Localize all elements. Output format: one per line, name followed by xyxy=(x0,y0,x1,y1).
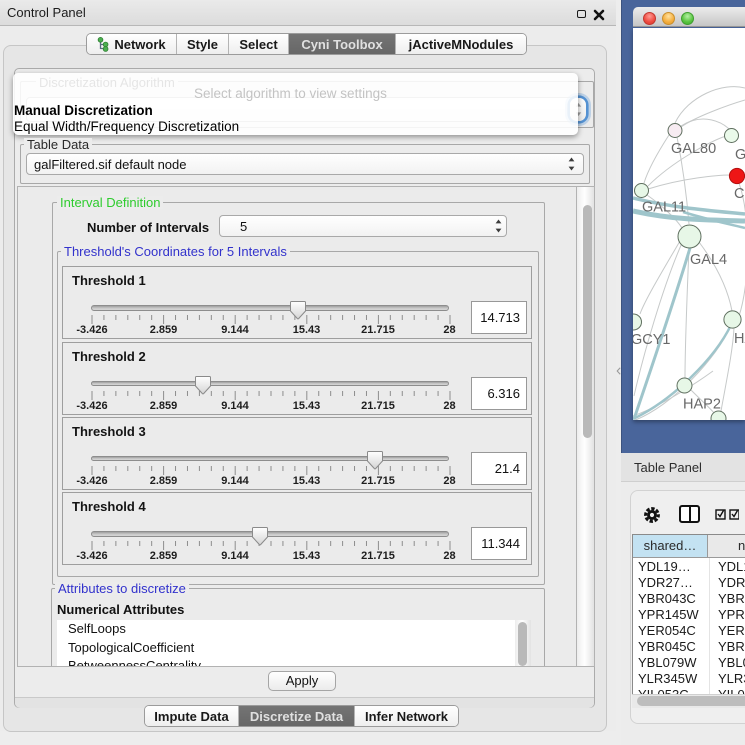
svg-text:GAL4: GAL4 xyxy=(690,252,727,268)
svg-text:HA: HA xyxy=(734,331,745,347)
svg-text:GAL11: GAL11 xyxy=(642,200,686,216)
svg-text:GAL80: GAL80 xyxy=(671,141,716,157)
svg-text:C: C xyxy=(734,186,744,202)
svg-text:GCY1: GCY1 xyxy=(633,332,671,348)
svg-text:GA: GA xyxy=(735,147,745,163)
svg-text:HAP2: HAP2 xyxy=(683,397,721,413)
